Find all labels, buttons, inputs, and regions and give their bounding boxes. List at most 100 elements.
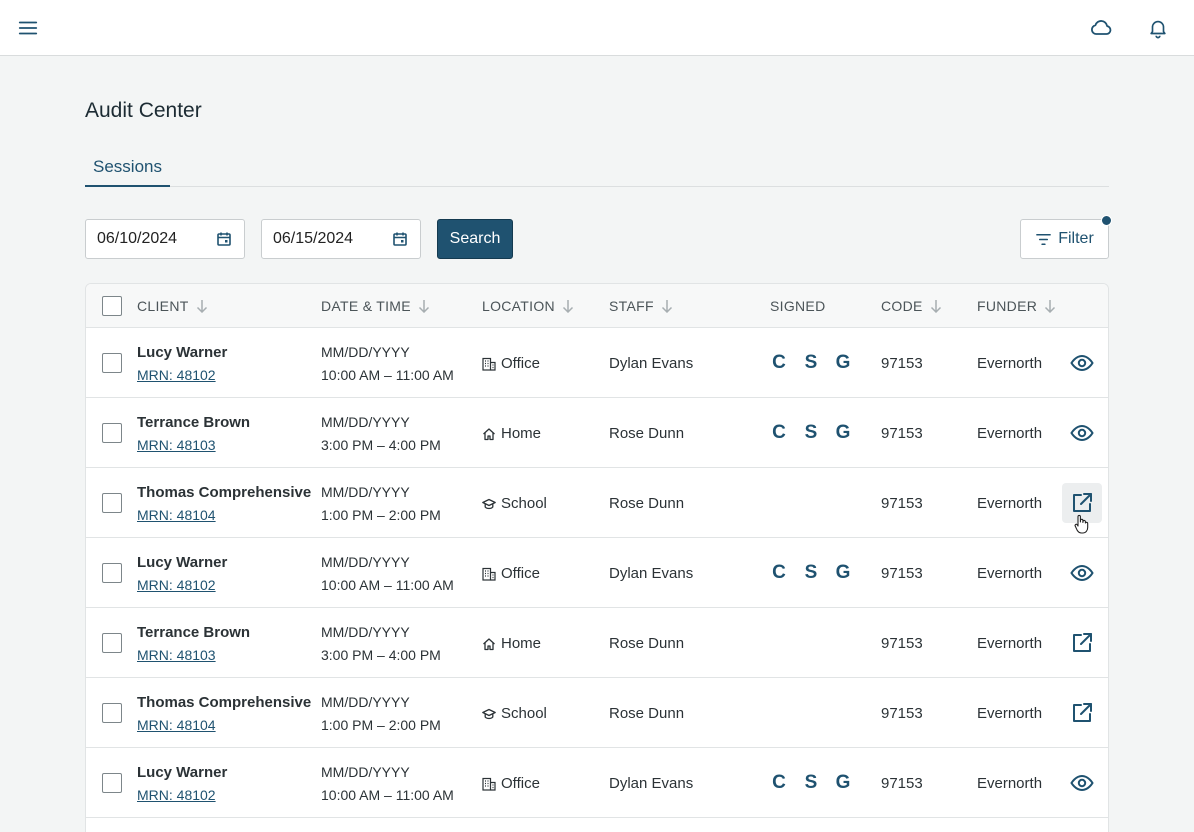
client-mrn-link[interactable]: MRN: 48102 [137,787,216,803]
staff-name: Dylan Evans [609,775,694,792]
funder-name: Evernorth [977,775,1043,792]
top-app-bar [0,0,1194,56]
table-row: Lucy Warner MRN: 48102 MM/DD/YYYY 10:00 AM … [86,538,1108,608]
client-mrn-link[interactable]: MRN: 48103 [137,647,216,663]
view-button[interactable] [1062,343,1102,383]
client-name: Thomas Comprehensive [137,694,312,711]
session-date: MM/DD/YYYY [321,624,410,640]
staff-name: Dylan Evans [609,565,694,582]
staff-name: Rose Dunn [609,495,685,512]
calendar-icon[interactable] [216,231,232,247]
table-row: Lucy Warner MRN: 48102 MM/DD/YYYY 10:00 AM … [86,328,1108,398]
service-code: 97153 [881,635,923,652]
column-header-signed: SIGNED [770,298,826,314]
building-icon [482,567,496,581]
table-row: Lucy Warner MRN: 48102 MM/DD/YYYY 10:00 AM … [86,748,1108,818]
sort-arrow-icon[interactable] [930,299,942,313]
funder-name: Evernorth [977,425,1043,442]
calendar-icon[interactable] [392,231,408,247]
session-location: Office [482,565,540,582]
start-date-input[interactable] [86,220,211,258]
row-checkbox[interactable] [102,353,122,373]
open-external-button[interactable] [1062,483,1102,523]
sort-arrow-icon[interactable] [1044,299,1056,313]
open-external-button[interactable] [1062,623,1102,663]
funder-name: Evernorth [977,565,1043,582]
end-date-input[interactable] [262,220,387,258]
row-checkbox[interactable] [102,773,122,793]
service-code: 97153 [881,565,923,582]
open-external-button[interactable] [1062,693,1102,733]
search-button[interactable]: Search [437,219,513,259]
view-icon [1070,561,1094,585]
view-button[interactable] [1062,763,1102,803]
session-date: MM/DD/YYYY [321,414,410,430]
view-button[interactable] [1062,413,1102,453]
select-all-checkbox[interactable] [102,296,122,316]
session-location: Home [482,635,541,652]
open-external-icon [1070,491,1094,515]
row-checkbox[interactable] [102,563,122,583]
school-icon [482,497,496,511]
column-header-funder[interactable]: FUNDER [977,298,1056,314]
row-checkbox[interactable] [102,423,122,443]
signature-badge: S [804,422,818,443]
column-header-location[interactable]: LOCATION [482,298,574,314]
cloud-icon[interactable] [1089,16,1113,40]
signature-badge: G [835,422,851,443]
sessions-table: CLIENT DATE & TIME LOCATION STAFF SIGNED… [85,283,1109,832]
sort-arrow-icon[interactable] [661,299,673,313]
client-mrn-link[interactable]: MRN: 48104 [137,507,216,523]
school-icon [482,707,496,721]
bell-icon[interactable] [1146,16,1170,40]
session-date: MM/DD/YYYY [321,694,410,710]
session-location: School [482,705,547,722]
staff-name: Rose Dunn [609,635,685,652]
session-location: Office [482,355,540,372]
column-header-staff[interactable]: STAFF [609,298,673,314]
filter-button[interactable]: Filter [1020,219,1109,259]
tab-sessions[interactable]: Sessions [85,150,170,187]
column-header-code[interactable]: CODE [881,298,942,314]
sort-arrow-icon[interactable] [196,299,208,313]
session-date: MM/DD/YYYY [321,554,410,570]
start-date-field[interactable] [85,219,245,259]
session-time: 10:00 AM – 11:00 AM [321,367,454,383]
funder-name: Evernorth [977,495,1043,512]
sort-arrow-icon[interactable] [562,299,574,313]
funder-name: Evernorth [977,705,1043,722]
row-checkbox[interactable] [102,633,122,653]
client-mrn-link[interactable]: MRN: 48102 [137,367,216,383]
signed-status: CSG [770,352,852,374]
signature-badge: S [804,352,818,373]
service-code: 97153 [881,355,923,372]
tab-bar: Sessions [85,150,1109,187]
session-time: 3:00 PM – 4:00 PM [321,647,441,663]
end-date-field[interactable] [261,219,421,259]
client-mrn-link[interactable]: MRN: 48102 [137,577,216,593]
column-header-client[interactable]: CLIENT [137,298,208,314]
column-header-datetime[interactable]: DATE & TIME [321,298,430,314]
staff-name: Rose Dunn [609,425,685,442]
home-icon [482,637,496,651]
row-checkbox[interactable] [102,493,122,513]
client-name: Lucy Warner [137,344,228,361]
staff-name: Rose Dunn [609,705,685,722]
signature-badge: G [835,562,851,583]
session-time: 10:00 AM – 11:00 AM [321,577,454,593]
open-external-icon [1070,631,1094,655]
session-time: 1:00 PM – 2:00 PM [321,717,441,733]
signature-badge: C [772,422,786,443]
menu-icon[interactable] [16,16,40,40]
row-checkbox[interactable] [102,703,122,723]
signature-badge: G [835,352,851,373]
table-row: Terrance Brown MRN: 48103 MM/DD/YYYY 3:00 P… [86,608,1108,678]
staff-name: Dylan Evans [609,355,694,372]
session-location: Home [482,425,541,442]
filter-label: Filter [1058,230,1094,247]
service-code: 97153 [881,775,923,792]
view-button[interactable] [1062,553,1102,593]
client-mrn-link[interactable]: MRN: 48104 [137,717,216,733]
client-mrn-link[interactable]: MRN: 48103 [137,437,216,453]
sort-arrow-icon[interactable] [418,299,430,313]
